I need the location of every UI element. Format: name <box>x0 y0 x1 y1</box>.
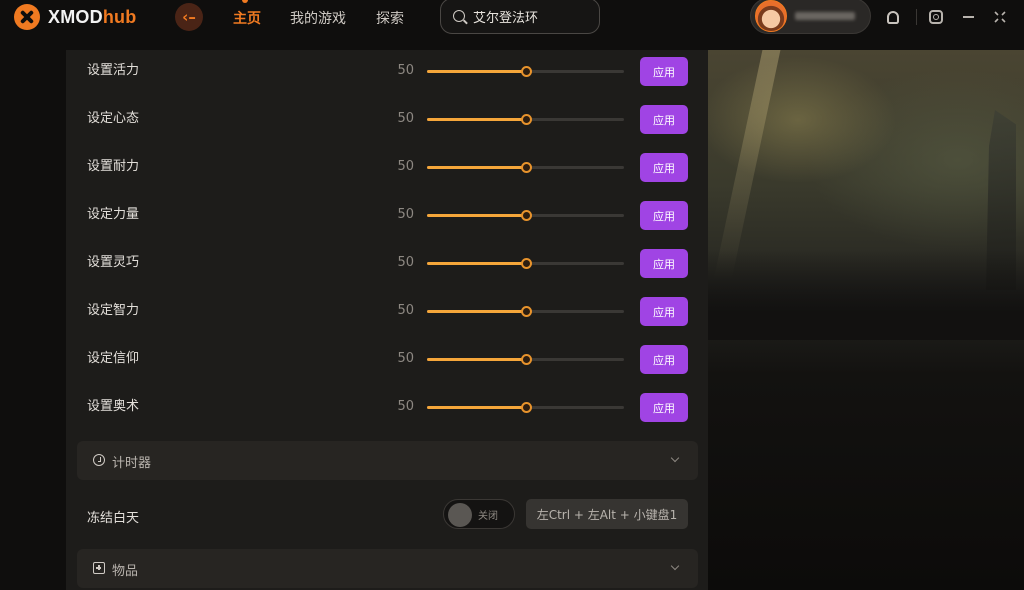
slider-label: 设置灵巧 <box>87 255 140 270</box>
light-ray <box>713 50 781 280</box>
slider-track[interactable] <box>427 66 624 77</box>
slider-row: 设定力量 50 应用 <box>66 201 708 254</box>
slider-handle[interactable] <box>520 66 532 77</box>
slider-value: 50 <box>397 351 414 366</box>
active-nav-indicator <box>242 0 248 3</box>
slider-row: 设定智力 50 应用 <box>66 297 708 350</box>
apply-button[interactable]: 应用 <box>640 105 688 134</box>
hotkey-button[interactable]: 左Ctrl + 左Alt + 小键盘1 <box>526 499 688 529</box>
slider-track[interactable] <box>427 306 624 317</box>
slider-value: 50 <box>397 159 414 174</box>
minimize-icon[interactable] <box>959 8 977 26</box>
logo-text-accent: hub <box>102 6 137 27</box>
apply-button[interactable]: 应用 <box>640 297 688 326</box>
slider-value: 50 <box>397 63 414 78</box>
user-profile[interactable] <box>750 0 871 34</box>
slider-handle[interactable] <box>520 402 532 413</box>
chevron-down-icon[interactable] <box>670 561 680 571</box>
slider-label: 设置奥术 <box>87 399 140 414</box>
slider-row: 设置奥术 50 应用 <box>66 393 708 446</box>
username-redacted <box>795 12 855 20</box>
slider-fill <box>427 358 526 361</box>
slider-fill <box>427 262 526 265</box>
slider-value: 50 <box>397 399 414 414</box>
slider-handle[interactable] <box>520 354 532 365</box>
apply-button[interactable]: 应用 <box>640 393 688 422</box>
fullscreen-icon[interactable] <box>991 8 1009 26</box>
slider-track[interactable] <box>427 210 624 221</box>
slider-row: 设置活力 50 应用 <box>66 57 708 110</box>
toggle-knob <box>448 503 472 527</box>
slider-label: 设定心态 <box>87 111 140 126</box>
apply-button[interactable]: 应用 <box>640 249 688 278</box>
nav-explore[interactable]: 探索 <box>376 8 404 28</box>
slider-fill <box>427 214 526 217</box>
game-background-art <box>708 50 1024 590</box>
slider-fill <box>427 70 526 73</box>
slider-value: 50 <box>397 255 414 270</box>
slider-label: 设置活力 <box>87 63 140 78</box>
apply-button[interactable]: 应用 <box>640 201 688 230</box>
logo-text-main: XMOD <box>48 6 103 27</box>
bell-icon[interactable] <box>884 8 902 26</box>
back-button[interactable]: ‹– <box>175 3 203 31</box>
slider-value: 50 <box>397 207 414 222</box>
slider-handle[interactable] <box>520 114 532 125</box>
search-box[interactable] <box>440 0 600 34</box>
logo-text: XMODhub <box>48 7 136 28</box>
slider-label: 设定智力 <box>87 303 140 318</box>
slider-fill <box>427 166 526 169</box>
slider-row: 设定心态 50 应用 <box>66 105 708 158</box>
clock-icon <box>93 454 105 466</box>
section-title: 物品 <box>112 564 139 579</box>
chevron-down-icon[interactable] <box>670 453 680 463</box>
cheat-panel: 设置活力 50 应用 设定心态 50 应用 设置耐力 50 应用 设定力量 50 <box>66 50 708 590</box>
slider-track[interactable] <box>427 114 624 125</box>
slider-handle[interactable] <box>520 306 532 317</box>
slider-handle[interactable] <box>520 258 532 269</box>
slider-track[interactable] <box>427 354 624 365</box>
logo-icon <box>14 4 40 30</box>
slider-handle[interactable] <box>520 162 532 173</box>
section-title: 计时器 <box>112 456 152 471</box>
ground-shadow <box>708 250 1024 340</box>
slider-fill <box>427 118 526 121</box>
slider-track[interactable] <box>427 258 624 269</box>
apply-button[interactable]: 应用 <box>640 57 688 86</box>
apply-button[interactable]: 应用 <box>640 345 688 374</box>
slider-label: 设定信仰 <box>87 351 140 366</box>
app-logo[interactable]: XMODhub <box>14 4 136 30</box>
apply-button[interactable]: 应用 <box>640 153 688 182</box>
arrow-left-icon: ‹– <box>182 8 196 26</box>
search-icon <box>453 10 465 22</box>
slider-value: 50 <box>397 111 414 126</box>
settings-hex-icon[interactable] <box>927 8 945 26</box>
avatar <box>755 0 787 32</box>
slider-label: 设置耐力 <box>87 159 140 174</box>
plus-box-icon <box>93 562 105 574</box>
nav-home[interactable]: 主页 <box>233 8 261 28</box>
search-input[interactable] <box>473 8 593 24</box>
slider-handle[interactable] <box>520 210 532 221</box>
slider-row: 设置灵巧 50 应用 <box>66 249 708 302</box>
slider-fill <box>427 406 526 409</box>
slider-track[interactable] <box>427 402 624 413</box>
freeze-daytime-toggle[interactable]: 关闭 <box>443 499 515 529</box>
slider-row: 设置耐力 50 应用 <box>66 153 708 206</box>
slider-label: 设定力量 <box>87 207 140 222</box>
nav-my-games[interactable]: 我的游戏 <box>290 8 346 28</box>
timer-section-header[interactable]: 计时器 <box>77 441 698 480</box>
slider-row: 设定信仰 50 应用 <box>66 345 708 398</box>
slider-fill <box>427 310 526 313</box>
toggle-state-text: 关闭 <box>478 511 498 522</box>
slider-track[interactable] <box>427 162 624 173</box>
top-bar: XMODhub ‹– 主页 我的游戏 探索 <box>0 0 1024 34</box>
toolbar-divider <box>916 9 917 25</box>
slider-value: 50 <box>397 303 414 318</box>
freeze-daytime-label: 冻结白天 <box>87 511 140 526</box>
items-section-header[interactable]: 物品 <box>77 549 698 588</box>
